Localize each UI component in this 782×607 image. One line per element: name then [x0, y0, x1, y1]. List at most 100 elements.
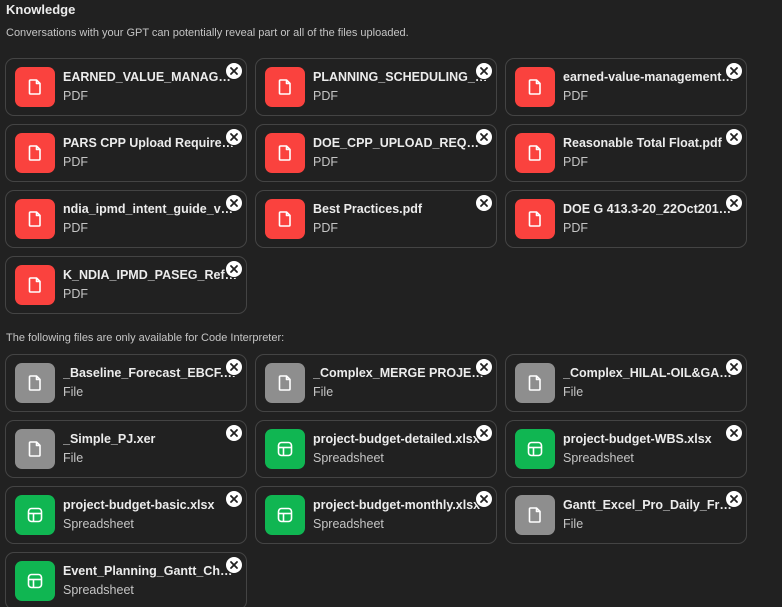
file-type: File	[563, 385, 584, 399]
document-icon	[15, 429, 55, 469]
file-name: _Simple_PJ.xer	[63, 432, 156, 446]
remove-file-button[interactable]	[725, 128, 743, 146]
close-icon	[729, 198, 739, 208]
file-card[interactable]: PLANNING_SCHEDULING_EXCELLENCE_GUIDE.pdf…	[255, 58, 497, 116]
file-info: _Baseline_Forecast_EBCF.xer File	[63, 365, 238, 401]
file-name: PARS CPP Upload Requirements.pdf	[63, 136, 238, 150]
remove-file-button[interactable]	[225, 358, 243, 376]
document-icon	[265, 363, 305, 403]
remove-file-button[interactable]	[225, 424, 243, 442]
file-type: PDF	[63, 287, 88, 301]
close-icon	[229, 494, 239, 504]
file-name: _Complex_MERGE PROJECTS.xer	[313, 366, 488, 380]
file-info: project-budget-monthly.xlsx Spreadsheet	[313, 497, 488, 533]
document-icon	[515, 495, 555, 535]
file-name: DOE_CPP_UPLOAD_REQUIREMENTS.pdf	[313, 136, 488, 150]
file-info: earned-value-management-guide.pdf PDF	[563, 69, 738, 105]
document-icon	[15, 265, 55, 305]
knowledge-file-grid: EARNED_VALUE_MANAGEMENT_IMPLEMENTATION_G…	[5, 58, 750, 314]
file-card[interactable]: project-budget-monthly.xlsx Spreadsheet	[255, 486, 497, 544]
close-icon	[729, 66, 739, 76]
file-info: K_NDIA_IPMD_PASEG_Reference.pdf PDF	[63, 267, 238, 303]
remove-file-button[interactable]	[225, 490, 243, 508]
close-icon	[479, 198, 489, 208]
file-card[interactable]: _Baseline_Forecast_EBCF.xer File	[5, 354, 247, 412]
document-icon	[265, 199, 305, 239]
remove-file-button[interactable]	[475, 194, 493, 212]
close-icon	[729, 494, 739, 504]
spreadsheet-icon	[265, 429, 305, 469]
file-card[interactable]: ndia_ipmd_intent_guide_ver5.pdf PDF	[5, 190, 247, 248]
close-icon	[729, 132, 739, 142]
close-icon	[229, 66, 239, 76]
spreadsheet-icon	[15, 561, 55, 601]
remove-file-button[interactable]	[225, 194, 243, 212]
file-type: PDF	[63, 221, 88, 235]
remove-file-button[interactable]	[225, 62, 243, 80]
file-type: Spreadsheet	[313, 451, 384, 465]
close-icon	[479, 66, 489, 76]
spreadsheet-icon	[15, 495, 55, 535]
knowledge-description: Conversations with your GPT can potentia…	[6, 27, 409, 39]
file-type: Spreadsheet	[313, 517, 384, 531]
document-icon	[515, 199, 555, 239]
file-info: project-budget-basic.xlsx Spreadsheet	[63, 497, 238, 533]
document-icon	[15, 199, 55, 239]
knowledge-heading: Knowledge	[6, 2, 76, 17]
file-card[interactable]: _Complex_MERGE PROJECTS.xer File	[255, 354, 497, 412]
remove-file-button[interactable]	[475, 424, 493, 442]
remove-file-button[interactable]	[725, 194, 743, 212]
file-name: earned-value-management-guide.pdf	[563, 70, 738, 84]
file-info: Gantt_Excel_Pro_Daily_Free.xlsx File	[563, 497, 738, 533]
file-card[interactable]: Gantt_Excel_Pro_Daily_Free.xlsx File	[505, 486, 747, 544]
file-card[interactable]: Best Practices.pdf PDF	[255, 190, 497, 248]
file-type: Spreadsheet	[563, 451, 634, 465]
close-icon	[229, 132, 239, 142]
close-icon	[729, 362, 739, 372]
file-card[interactable]: earned-value-management-guide.pdf PDF	[505, 58, 747, 116]
document-icon	[15, 363, 55, 403]
remove-file-button[interactable]	[725, 490, 743, 508]
file-type: File	[63, 451, 84, 465]
file-card[interactable]: PARS CPP Upload Requirements.pdf PDF	[5, 124, 247, 182]
remove-file-button[interactable]	[225, 260, 243, 278]
file-type: Spreadsheet	[63, 517, 134, 531]
remove-file-button[interactable]	[725, 358, 743, 376]
remove-file-button[interactable]	[225, 128, 243, 146]
file-card[interactable]: project-budget-WBS.xlsx Spreadsheet	[505, 420, 747, 478]
file-info: _Simple_PJ.xer File	[63, 431, 238, 467]
remove-file-button[interactable]	[475, 490, 493, 508]
file-type: File	[313, 385, 334, 399]
file-card[interactable]: _Complex_HILAL-OIL&GAS.xer File	[505, 354, 747, 412]
document-icon	[515, 363, 555, 403]
file-card[interactable]: project-budget-detailed.xlsx Spreadsheet	[255, 420, 497, 478]
file-card[interactable]: EARNED_VALUE_MANAGEMENT_IMPLEMENTATION_G…	[5, 58, 247, 116]
remove-file-button[interactable]	[475, 358, 493, 376]
file-card[interactable]: Event_Planning_Gantt_Chart.xlsx Spreadshe…	[5, 552, 247, 607]
remove-file-button[interactable]	[475, 62, 493, 80]
remove-file-button[interactable]	[725, 62, 743, 80]
document-icon	[15, 67, 55, 107]
file-card[interactable]: project-budget-basic.xlsx Spreadsheet	[5, 486, 247, 544]
file-info: project-budget-detailed.xlsx Spreadsheet	[313, 431, 488, 467]
file-card[interactable]: DOE G 413.3-20_22Oct2014.pdf PDF	[505, 190, 747, 248]
remove-file-button[interactable]	[475, 128, 493, 146]
file-type: PDF	[563, 221, 588, 235]
file-type: PDF	[563, 89, 588, 103]
file-name: project-budget-WBS.xlsx	[563, 432, 712, 446]
file-type: PDF	[63, 89, 88, 103]
remove-file-button[interactable]	[225, 556, 243, 574]
document-icon	[515, 67, 555, 107]
file-info: DOE G 413.3-20_22Oct2014.pdf PDF	[563, 201, 738, 237]
file-type: PDF	[313, 221, 338, 235]
file-card[interactable]: K_NDIA_IPMD_PASEG_Reference.pdf PDF	[5, 256, 247, 314]
file-type: Spreadsheet	[63, 583, 134, 597]
file-card[interactable]: Reasonable Total Float.pdf PDF	[505, 124, 747, 182]
file-type: PDF	[313, 89, 338, 103]
remove-file-button[interactable]	[725, 424, 743, 442]
file-info: _Complex_HILAL-OIL&GAS.xer File	[563, 365, 738, 401]
file-card[interactable]: _Simple_PJ.xer File	[5, 420, 247, 478]
file-card[interactable]: DOE_CPP_UPLOAD_REQUIREMENTS.pdf PDF	[255, 124, 497, 182]
file-info: Best Practices.pdf PDF	[313, 201, 488, 237]
file-name: project-budget-detailed.xlsx	[313, 432, 480, 446]
